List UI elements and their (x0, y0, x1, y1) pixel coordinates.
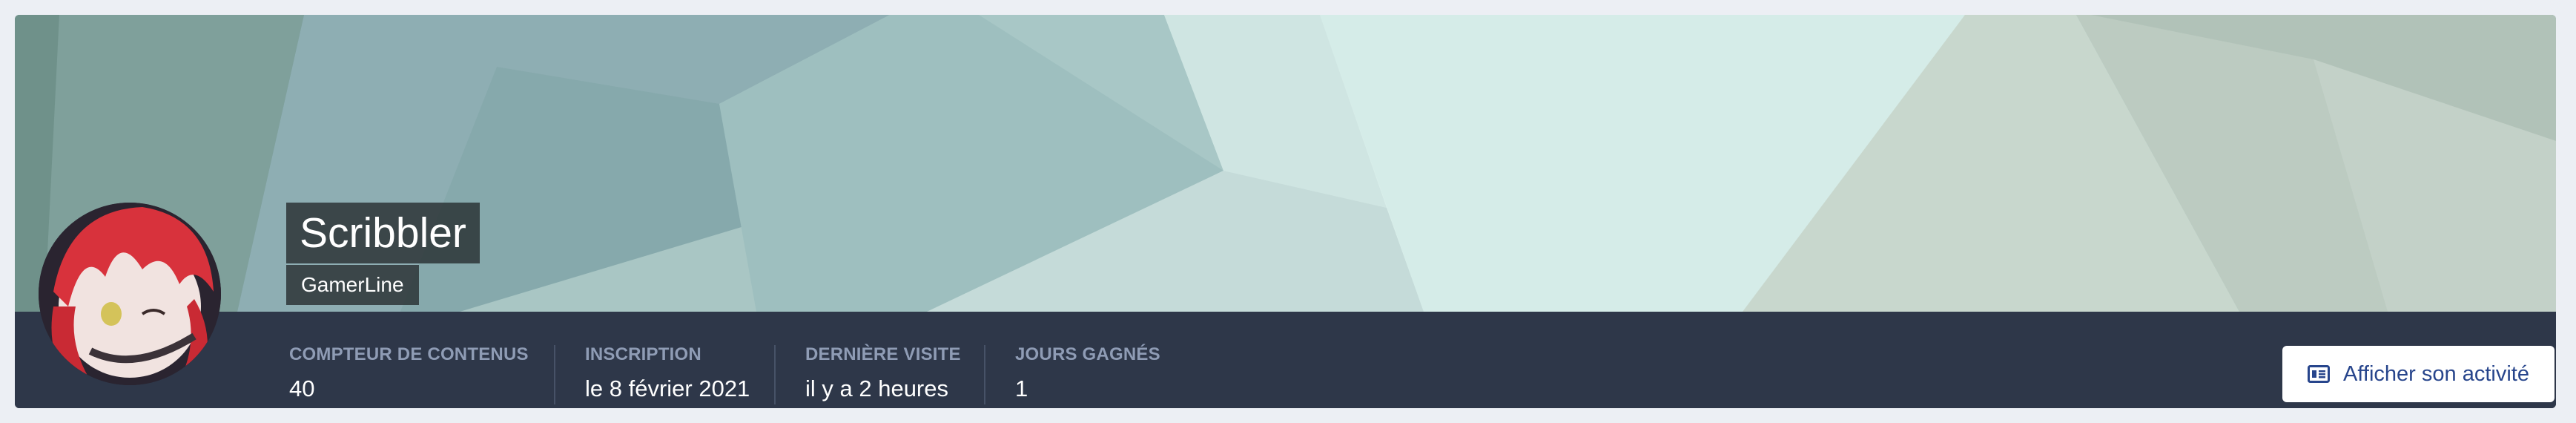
stat-days-won: JOURS GAGNÉS 1 (1015, 344, 1160, 402)
stat-divider (774, 345, 776, 404)
stat-label: INSCRIPTION (585, 344, 701, 364)
stat-label: DERNIÈRE VISITE (805, 344, 961, 364)
view-activity-label: Afficher son activité (2343, 361, 2529, 386)
stat-last-visit: DERNIÈRE VISITE il y a 2 heures (805, 344, 961, 402)
profile-name: Scribbler (286, 203, 480, 263)
stat-label: JOURS GAGNÉS (1015, 344, 1160, 364)
stat-joined: INSCRIPTION le 8 février 2021 (585, 344, 750, 402)
stat-divider (554, 345, 555, 404)
stat-content-count: COMPTEUR DE CONTENUS 40 (289, 344, 529, 402)
profile-group: GamerLine (286, 265, 419, 305)
stat-divider (984, 345, 985, 404)
stat-value: le 8 février 2021 (585, 376, 750, 401)
stat-label: COMPTEUR DE CONTENUS (289, 344, 529, 364)
stat-value: 40 (289, 376, 315, 401)
stat-value: 1 (1015, 376, 1028, 401)
activity-list-icon (2308, 365, 2331, 383)
view-activity-button[interactable]: Afficher son activité (2282, 346, 2554, 402)
profile-avatar[interactable] (39, 203, 221, 385)
profile-header: Scribbler GamerLine COMPTEUR DE CONTENUS… (15, 15, 2556, 408)
stat-value: il y a 2 heures (805, 376, 948, 401)
